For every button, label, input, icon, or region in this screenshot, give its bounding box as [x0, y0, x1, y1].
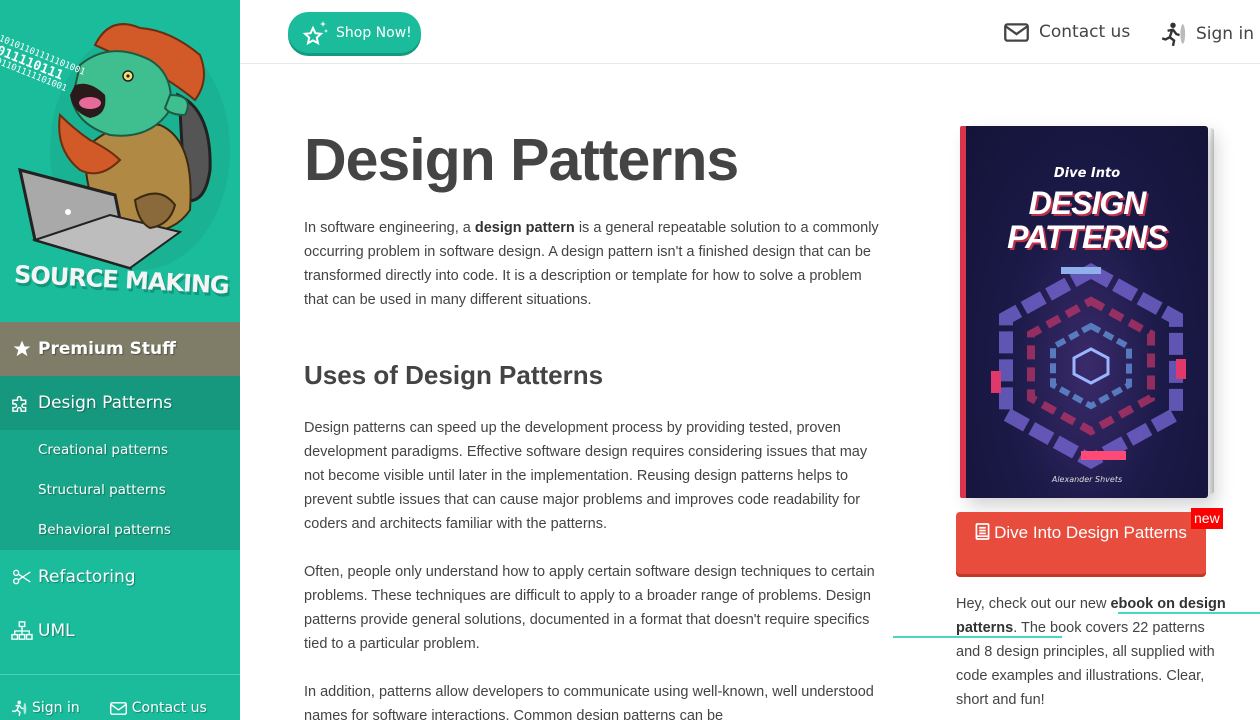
sitemap-icon: [11, 620, 33, 642]
running-man-icon: [11, 700, 27, 716]
sidebar: 010101101111101001 1011110111 0101101111…: [0, 0, 240, 720]
book-title-line: DESIGN: [1028, 185, 1147, 221]
envelope-icon: [109, 701, 127, 715]
sidebar-item-premium[interactable]: Premium Stuff: [0, 322, 240, 376]
book-icon: [975, 523, 990, 540]
sidebar-subitem-creational[interactable]: Creational patterns: [0, 430, 240, 470]
header-contact-link[interactable]: Contact us: [1004, 22, 1130, 42]
sidebar-subitem-label: Behavioral patterns: [38, 522, 171, 538]
sidebar-subitem-behavioral[interactable]: Behavioral patterns: [0, 510, 240, 550]
book-title-line: PATTERNS: [1007, 219, 1168, 255]
header-signin-link[interactable]: Sign in: [1160, 22, 1254, 46]
sidebar-item-label: UML: [38, 621, 75, 641]
puzzle-icon: [11, 392, 33, 414]
scissors-icon: [11, 566, 33, 588]
link-underline-decoration: [893, 636, 1062, 638]
link-underline-decoration: [1118, 612, 1260, 614]
sidebar-signin-label: Sign in: [32, 700, 80, 716]
content-paragraph: In addition, patterns allow developers t…: [304, 684, 874, 720]
dive-into-design-patterns-button[interactable]: Dive Into Design Patterns: [956, 512, 1206, 574]
intro-paragraph: In software engineering, a design patter…: [304, 216, 884, 312]
new-badge: new: [1191, 508, 1223, 529]
header-contact-label: Contact us: [1039, 22, 1131, 42]
sidebar-footer: Sign in Contact us: [0, 696, 240, 720]
sidebar-subnav: Creational patterns Structural patterns …: [0, 430, 240, 550]
site-logo[interactable]: 010101101111101001 1011110111 0101101111…: [0, 0, 240, 322]
envelope-icon: [1004, 22, 1029, 42]
page-title: Design Patterns: [304, 127, 739, 193]
sidebar-contact-label: Contact us: [131, 700, 207, 716]
hexagon-art: [991, 263, 1186, 469]
content-paragraph: Design patterns can speed up the develop…: [304, 420, 868, 532]
intro-bold-term: design pattern: [474, 220, 575, 236]
sidebar-subitem-label: Creational patterns: [38, 442, 169, 458]
top-bar: Shop Now! Contact us Sign in: [240, 0, 1260, 64]
intro-text: In software engineering, a: [304, 220, 475, 236]
sidebar-subitem-label: Structural patterns: [38, 482, 166, 498]
book-title: DESIGN PATTERNS: [966, 186, 1208, 254]
sidebar-item-uml[interactable]: UML: [0, 604, 240, 658]
promo-text: Hey, check out our new: [956, 596, 1111, 612]
sidebar-item-label: Premium Stuff: [38, 339, 176, 359]
running-man-icon: [1161, 22, 1186, 46]
star-icon: [11, 338, 33, 360]
sidebar-subitem-structural[interactable]: Structural patterns: [0, 470, 240, 510]
ebook-promo-text: Hey, check out our new ebook on design p…: [956, 592, 1226, 712]
sidebar-contact-link[interactable]: Contact us: [109, 700, 207, 716]
cta-label: Dive Into Design Patterns: [994, 523, 1187, 542]
book-author: Alexander Shvets: [1051, 475, 1123, 484]
sidebar-item-label: Refactoring: [38, 567, 136, 587]
sidebar-divider: [0, 674, 240, 675]
book-cover-image[interactable]: Dive Into DESIGN PATTERNS Alexander Shve…: [958, 122, 1220, 502]
sidebar-item-label: Design Patterns: [38, 393, 173, 413]
sparkle-star-icon: [302, 20, 328, 45]
header-signin-label: Sign in: [1196, 24, 1254, 44]
shop-now-label: Shop Now!: [336, 24, 412, 41]
sidebar-item-refactoring[interactable]: Refactoring: [0, 550, 240, 604]
sidebar-signin-link[interactable]: Sign in: [10, 700, 80, 716]
book-cover: Dive Into DESIGN PATTERNS Alexander Shve…: [960, 126, 1208, 498]
book-subtitle: Dive Into: [1053, 166, 1121, 181]
sidebar-item-design-patterns[interactable]: Design Patterns: [0, 376, 240, 430]
shop-now-button[interactable]: Shop Now!: [288, 12, 421, 53]
section-title: Uses of Design Patterns: [304, 360, 604, 390]
content-paragraph: Often, people only understand how to app…: [304, 564, 875, 652]
